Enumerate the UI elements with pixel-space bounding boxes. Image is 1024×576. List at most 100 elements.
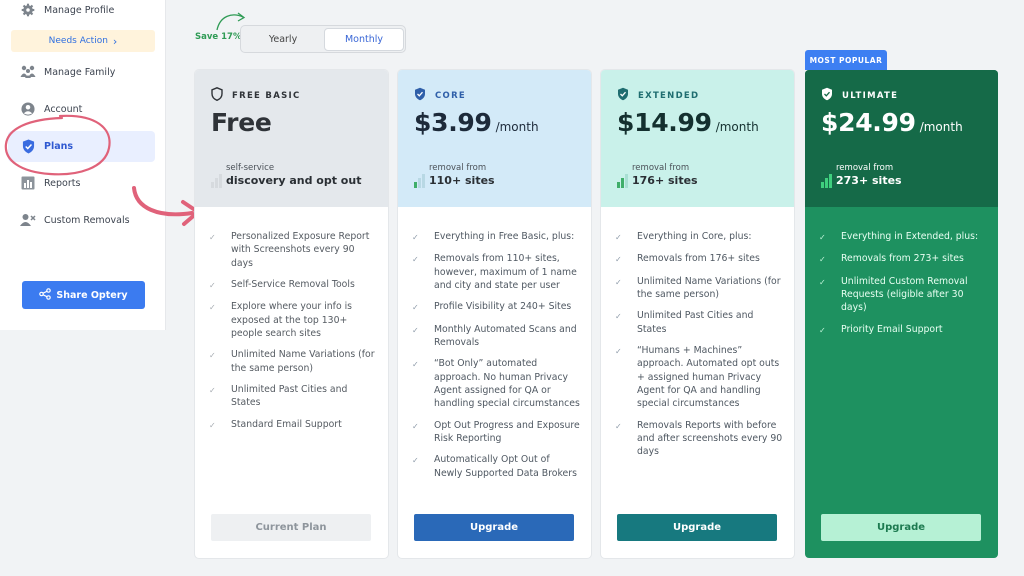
- plan-header: ULTIMATE $24.99 /month removal from 273+…: [805, 70, 998, 207]
- coverage-caption: removal from: [836, 163, 894, 173]
- feature-item: ✓ Everything in Core, plus:: [615, 230, 783, 244]
- plan-coverage: removal from 110+ sites: [414, 163, 495, 188]
- gear-icon: [20, 2, 36, 18]
- check-icon: ✓: [819, 255, 826, 265]
- plan-card-core: CORE $3.99 /month removal from 110+ site…: [398, 70, 591, 558]
- feature-item: ✓ Unlimited Name Variations (for the same…: [615, 275, 781, 301]
- family-icon: [20, 64, 36, 80]
- check-icon: ✓: [615, 347, 622, 357]
- needs-action-link[interactable]: Needs Action ›: [11, 30, 155, 52]
- signal-bars-icon: [414, 170, 425, 188]
- check-icon: ✓: [209, 386, 216, 396]
- most-popular-badge: MOST POPULAR: [805, 50, 887, 70]
- plan-price: $3.99 /month: [414, 108, 539, 137]
- feature-list: ✓ Personalized Exposure Report with Scree…: [209, 230, 377, 440]
- feature-item: ✓ Opt Out Progress and Exposure Risk Repo…: [412, 419, 580, 445]
- upgrade-core-button[interactable]: Upgrade: [414, 514, 574, 541]
- feature-item: ✓ Priority Email Support: [819, 323, 987, 337]
- price-amount: $3.99: [414, 108, 492, 137]
- price-period: /month: [495, 120, 539, 134]
- plan-coverage: removal from 176+ sites: [617, 163, 698, 188]
- price-amount: Free: [211, 108, 272, 137]
- coverage-value: 273+ sites: [836, 174, 902, 187]
- coverage-value: discovery and opt out: [226, 174, 362, 187]
- sidebar-item-label: Manage Family: [44, 66, 116, 78]
- check-icon: ✓: [819, 277, 826, 287]
- feature-item: ✓ Everything in Extended, plus:: [819, 230, 987, 244]
- feature-item: ✓ Unlimited Past Cities and States: [209, 384, 348, 409]
- annotation-arrow: [132, 186, 200, 226]
- check-icon: ✓: [615, 255, 622, 265]
- feature-item: ✓ Removals Reports with before and after …: [615, 419, 783, 458]
- check-icon: ✓: [615, 312, 622, 322]
- plan-header: EXTENDED $14.99 /month removal from 176+…: [601, 70, 794, 207]
- check-icon: ✓: [412, 233, 419, 242]
- plan-card-free-basic: FREE BASIC Free self-service discovery a…: [195, 70, 388, 558]
- plan-name: FREE BASIC: [211, 87, 301, 104]
- plan-name: CORE: [414, 87, 466, 104]
- plan-price: $24.99 /month: [821, 108, 963, 137]
- feature-list: ✓ Everything in Core, plus: ✓ Removals fro…: [615, 230, 783, 467]
- coverage-value: 110+ sites: [429, 174, 495, 187]
- feature-item: ✓ Everything in Free Basic, plus:: [412, 230, 580, 244]
- price-amount: $14.99: [617, 108, 712, 137]
- check-icon: ✓: [819, 325, 826, 335]
- signal-bars-icon: [821, 170, 832, 188]
- check-icon: ✓: [209, 420, 216, 430]
- signal-bars-icon: [617, 170, 628, 188]
- check-icon: ✓: [412, 360, 419, 370]
- check-icon: ✓: [412, 456, 419, 466]
- price-amount: $24.99: [821, 108, 916, 137]
- check-icon: ✓: [209, 233, 216, 242]
- share-optery-button[interactable]: Share Optery: [22, 281, 145, 309]
- current-plan-button: Current Plan: [211, 514, 371, 541]
- upgrade-ultimate-button[interactable]: Upgrade: [821, 514, 981, 541]
- plan-coverage: removal from 273+ sites: [821, 163, 902, 188]
- coverage-value: 176+ sites: [632, 174, 698, 187]
- sidebar-item-label: Manage Profile: [44, 4, 115, 16]
- needs-action-label: Needs Action: [48, 36, 108, 46]
- check-icon: ✓: [615, 421, 622, 431]
- check-icon: ✓: [615, 277, 622, 287]
- price-period: /month: [919, 120, 963, 134]
- share-icon: [39, 287, 52, 303]
- plan-card-extended: EXTENDED $14.99 /month removal from 176+…: [601, 70, 794, 558]
- check-icon: ✓: [412, 325, 419, 335]
- check-icon: ✓: [412, 303, 419, 313]
- shield-icon: [414, 87, 426, 104]
- check-icon: ✓: [819, 233, 826, 242]
- plan-price: Free: [211, 108, 272, 137]
- sidebar-item-manage-family[interactable]: Manage Family: [0, 57, 166, 87]
- sidebar-item-manage-profile[interactable]: Manage Profile: [0, 0, 166, 25]
- annotation-highlight: [4, 114, 111, 176]
- feature-list: ✓ Everything in Free Basic, plus: ✓ Remova…: [412, 230, 580, 488]
- billing-period-toggle: Yearly Monthly: [240, 25, 406, 53]
- share-button-label: Share Optery: [56, 289, 128, 301]
- plan-coverage: self-service discovery and opt out: [211, 163, 361, 188]
- user-remove-icon: [20, 212, 36, 228]
- price-period: /month: [715, 120, 759, 134]
- feature-item: ✓ Removals from 273+ sites: [819, 252, 987, 266]
- plan-name: ULTIMATE: [821, 87, 898, 104]
- coverage-caption: removal from: [429, 163, 487, 173]
- feature-item: ✓ Profile Visibility at 240+ Sites: [412, 300, 580, 314]
- plan-header: FREE BASIC Free self-service discovery a…: [195, 70, 388, 207]
- check-icon: ✓: [615, 233, 622, 242]
- upgrade-extended-button[interactable]: Upgrade: [617, 514, 777, 541]
- feature-item: ✓ “Humans + Machines” approach. Automated…: [615, 345, 780, 410]
- shield-icon: [617, 87, 629, 104]
- feature-item: ✓ Self-Service Removal Tools: [209, 278, 377, 292]
- feature-item: ✓ Standard Email Support: [209, 418, 377, 432]
- plan-card-ultimate: ULTIMATE $24.99 /month removal from 273+…: [805, 70, 998, 558]
- monthly-option[interactable]: Monthly: [324, 28, 404, 51]
- feature-item: ✓ “Bot Only” automated approach. No human…: [412, 358, 580, 410]
- coverage-caption: removal from: [632, 163, 690, 173]
- yearly-option[interactable]: Yearly: [243, 28, 323, 51]
- plan-name: EXTENDED: [617, 87, 699, 104]
- check-icon: ✓: [209, 303, 216, 313]
- feature-item: ✓ Unlimited Past Cities and States: [615, 310, 754, 335]
- feature-list: ✓ Everything in Extended, plus: ✓ Removals…: [819, 230, 987, 345]
- check-icon: ✓: [412, 255, 419, 265]
- signal-bars-icon: [211, 170, 222, 188]
- feature-item: ✓ Removals from 110+ sites, however, maxi…: [412, 253, 577, 291]
